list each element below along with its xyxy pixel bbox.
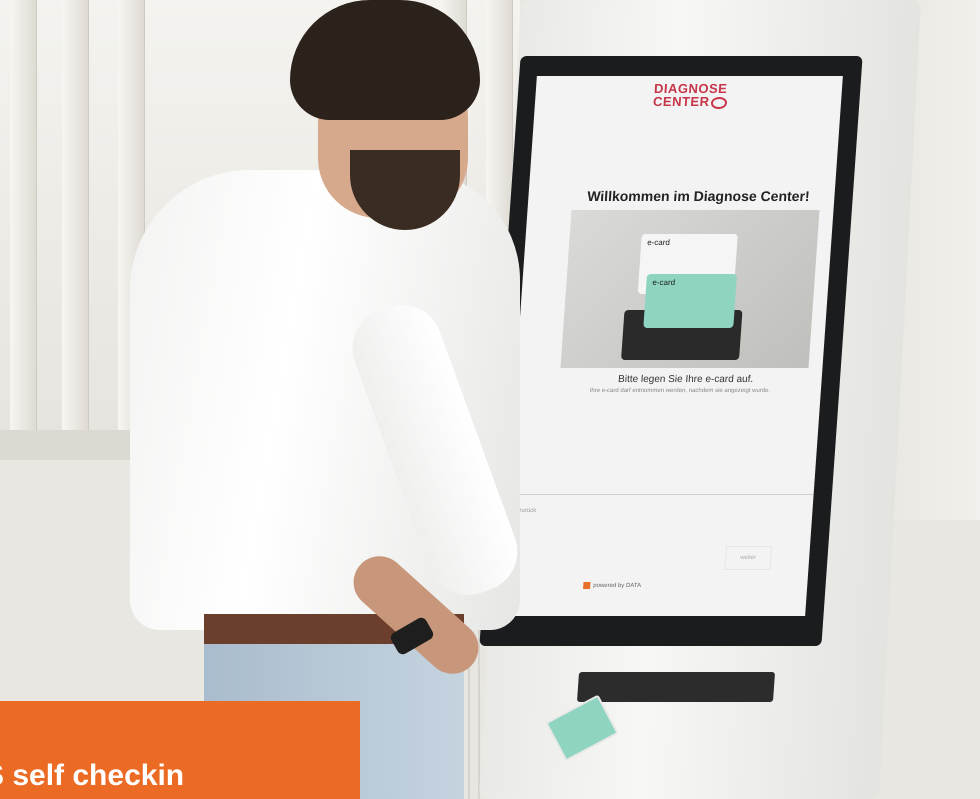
caption-text: S self checkin bbox=[0, 759, 185, 792]
eye-icon bbox=[711, 96, 728, 109]
person bbox=[100, 0, 620, 799]
caption-banner: S self checkin bbox=[0, 701, 360, 799]
blind-slat bbox=[10, 0, 36, 440]
footer-partner: DATA bbox=[625, 583, 642, 590]
logo-line2: CENTER bbox=[652, 94, 711, 109]
hair bbox=[290, 0, 480, 120]
diagnose-center-logo: DIAGNOSE CENTER bbox=[652, 81, 745, 109]
ecard-label: e-card bbox=[646, 238, 671, 247]
ecard-front-image: e-card bbox=[643, 274, 738, 328]
ecard-label: e-card bbox=[652, 278, 676, 287]
next-button[interactable]: weiter bbox=[724, 546, 773, 570]
blind-slat bbox=[62, 0, 88, 440]
photo-scene: DIAGNOSE CENTER Willkommen im Diagnose C… bbox=[0, 0, 980, 799]
